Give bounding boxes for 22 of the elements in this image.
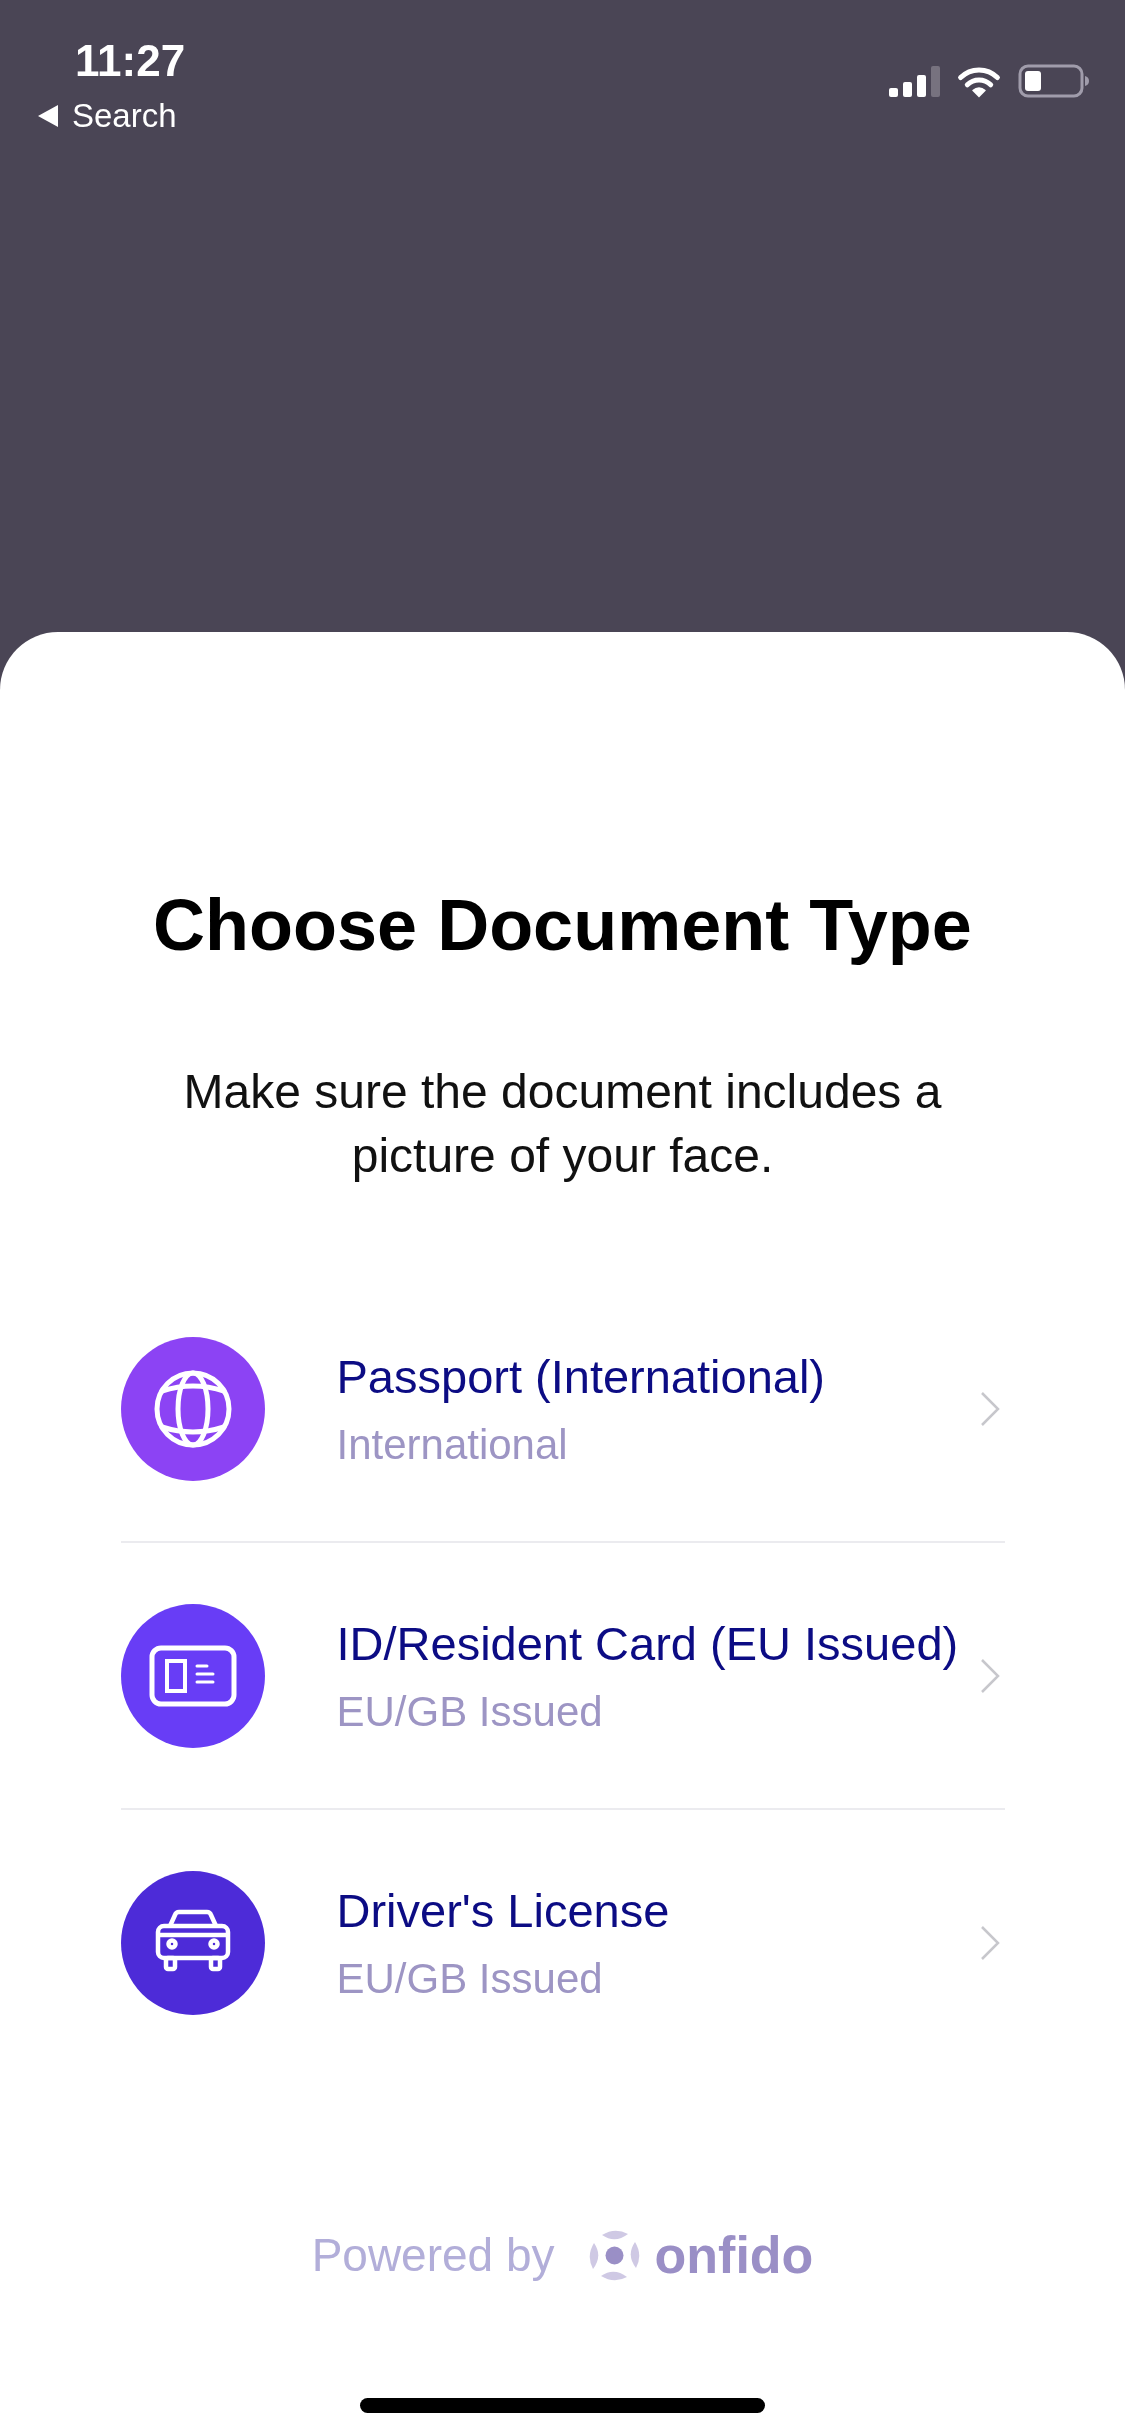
document-title: Driver's License — [336, 1882, 670, 1939]
page-title: Choose Document Type — [153, 885, 972, 965]
chevron-right-icon — [979, 1924, 1000, 1961]
logo-icon — [587, 2228, 641, 2282]
document-subtitle: EU/GB Issued — [336, 1686, 603, 1737]
brand-name: onfido — [654, 2225, 814, 2285]
cellular-signal-icon — [889, 65, 940, 97]
instruction-text: Make sure the document includes a picture of your face. — [182, 1064, 943, 1184]
status-time: 11:27 — [75, 36, 186, 86]
back-to-search-button[interactable]: Search — [38, 96, 177, 136]
document-type-item[interactable]: Passport (International) International — [120, 1276, 1005, 1541]
chevron-right-icon — [979, 1390, 1000, 1427]
battery-icon — [1018, 64, 1090, 98]
document-title: Passport (International) — [336, 1348, 826, 1405]
document-type-item[interactable]: Driver's License EU/GB Issued — [120, 1810, 1005, 2075]
back-triangle-icon — [38, 105, 58, 127]
document-subtitle: EU/GB Issued — [336, 1953, 603, 2004]
document-type-item[interactable]: ID/Resident Card (EU Issued) EU/GB Issued — [120, 1543, 1005, 1808]
document-title: ID/Resident Card (EU Issued) — [336, 1615, 959, 1672]
powered-by-text: Powered by — [311, 2228, 555, 2283]
document-subtitle: International — [336, 1419, 568, 1470]
chevron-right-icon — [979, 1657, 1000, 1694]
